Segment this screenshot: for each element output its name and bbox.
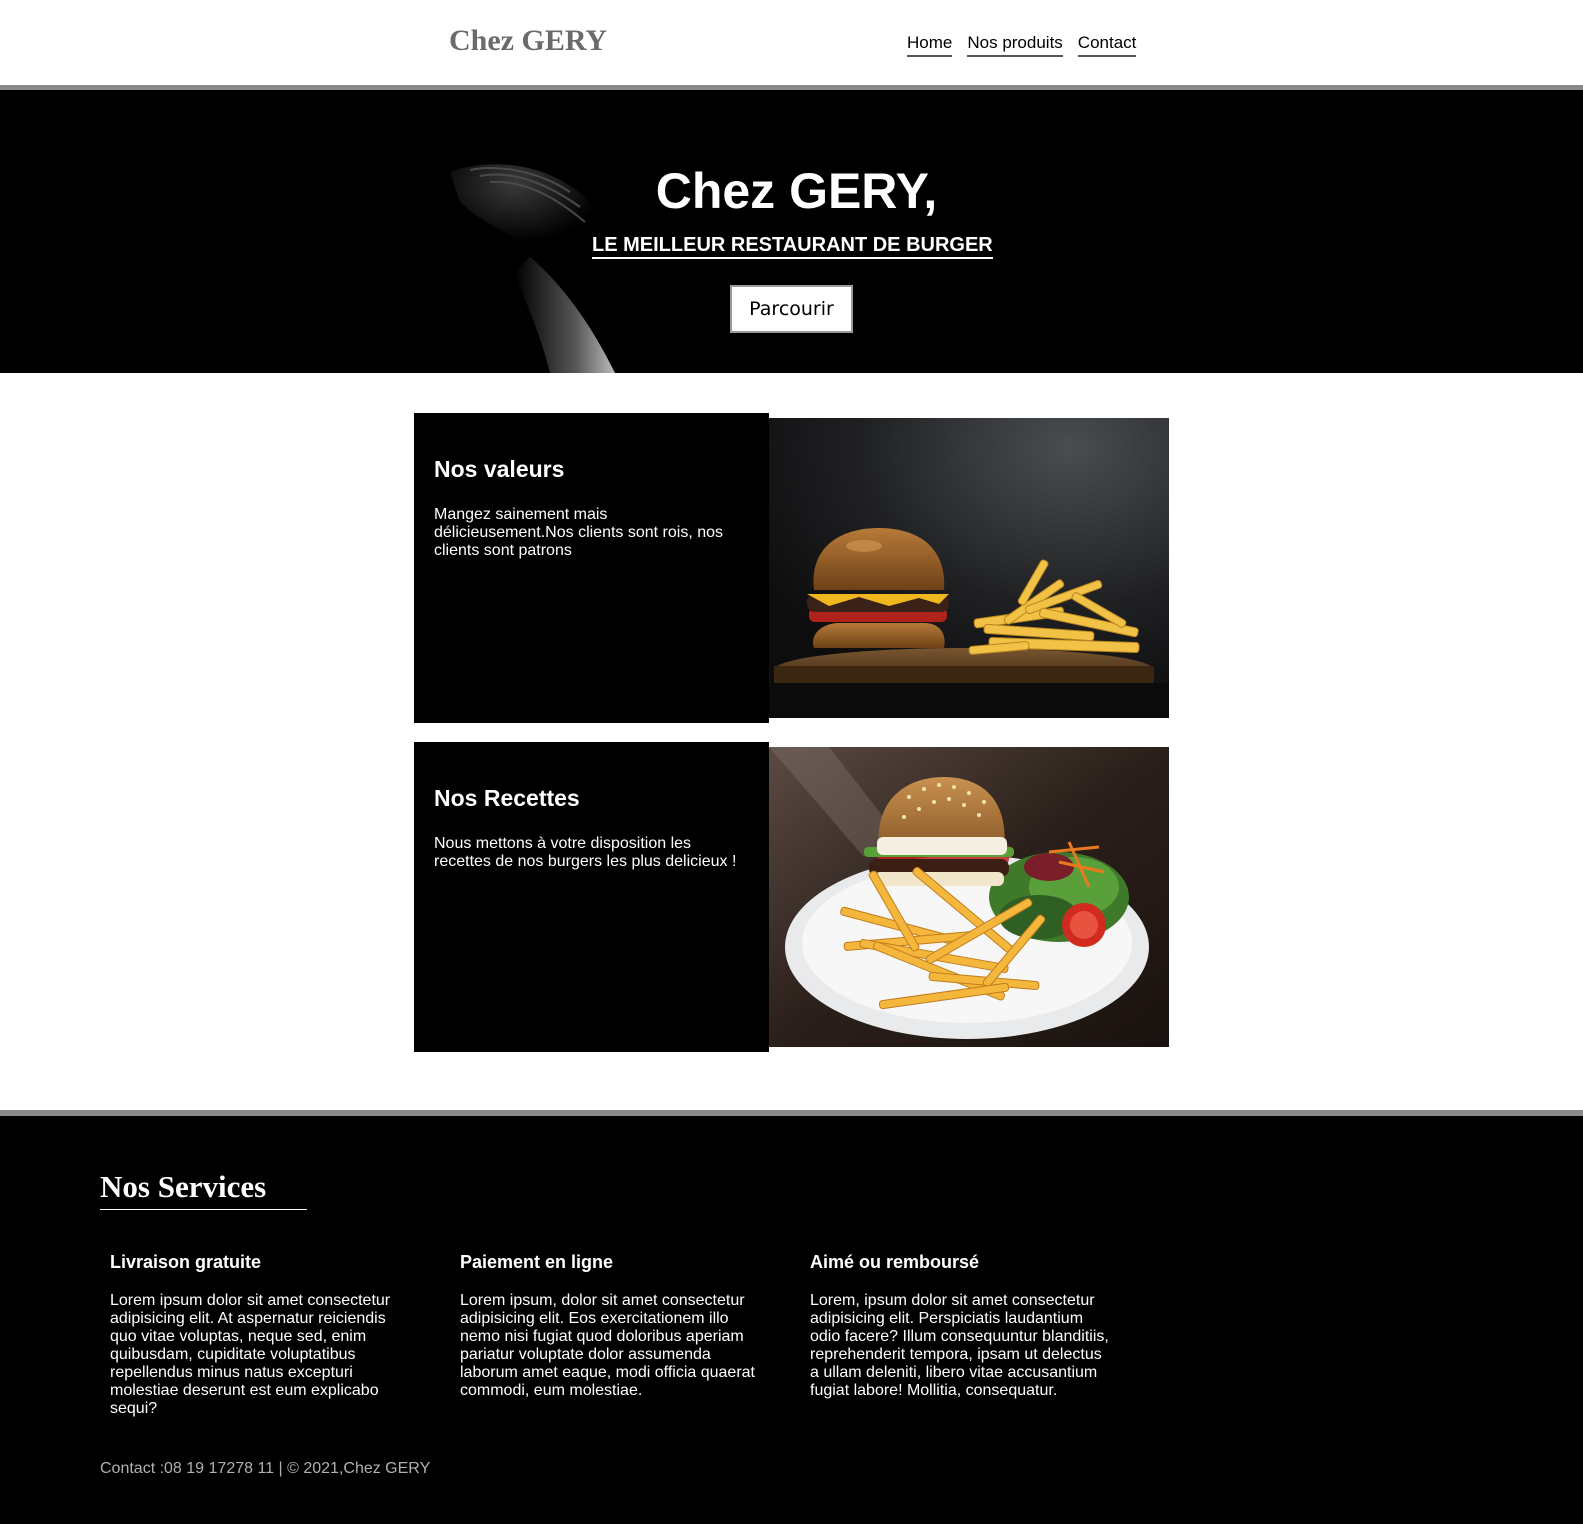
- service-livraison: Livraison gratuite Lorem ipsum dolor sit…: [110, 1252, 405, 1418]
- service-body: Lorem, ipsum dolor sit amet consectetur …: [810, 1292, 1109, 1399]
- service-title: Paiement en ligne: [460, 1252, 614, 1272]
- service-title: Livraison gratuite: [110, 1252, 262, 1272]
- hero-subtitle: LE MEILLEUR RESTAURANT DE BURGER: [592, 234, 993, 259]
- card-text-panel: Nos Recettes Nous mettons à votre dispos…: [414, 742, 769, 1052]
- site-header: Chez GERY Home Nos produits Contact: [0, 0, 1583, 85]
- card-title: Nos Recettes: [434, 785, 580, 811]
- nav-nos-produits[interactable]: Nos produits: [967, 33, 1063, 57]
- brand-logo[interactable]: Chez GERY: [449, 24, 607, 58]
- service-title: Aimé ou remboursé: [810, 1252, 980, 1272]
- service-paiement: Paiement en ligne Lorem ipsum, dolor sit…: [460, 1252, 760, 1400]
- card-text-panel: Nos valeurs Mangez sainement mais délici…: [414, 413, 769, 723]
- hero-banner: Chez GERY, LE MEILLEUR RESTAURANT DE BUR…: [0, 90, 1583, 373]
- service-rembourse: Aimé ou remboursé Lorem, ipsum dolor sit…: [810, 1252, 1115, 1400]
- burger-plate-image: [769, 747, 1169, 1047]
- nav-contact[interactable]: Contact: [1077, 33, 1137, 57]
- parcourir-button[interactable]: Parcourir: [730, 285, 853, 333]
- site-footer: Nos Services Livraison gratuite Lorem ip…: [0, 1116, 1583, 1524]
- card-body: Mangez sainement mais délicieusement.Nos…: [434, 506, 724, 559]
- burger-fries-image: [769, 418, 1169, 718]
- nav-home[interactable]: Home: [907, 33, 953, 57]
- card-body: Nous mettons à votre disposition les rec…: [434, 835, 737, 870]
- footer-contact: Contact :08 19 17278 11 | © 2021,Chez GE…: [100, 1460, 431, 1477]
- card-title: Nos valeurs: [434, 456, 565, 482]
- service-body: Lorem ipsum dolor sit amet consectetur a…: [110, 1292, 391, 1417]
- hero-title: Chez GERY,: [655, 163, 938, 219]
- services-title: Nos Services: [100, 1169, 267, 1204]
- services-title-underline: [100, 1209, 307, 1210]
- main-nav: Home Nos produits Contact: [907, 33, 1151, 57]
- service-body: Lorem ipsum, dolor sit amet consectetur …: [460, 1292, 755, 1399]
